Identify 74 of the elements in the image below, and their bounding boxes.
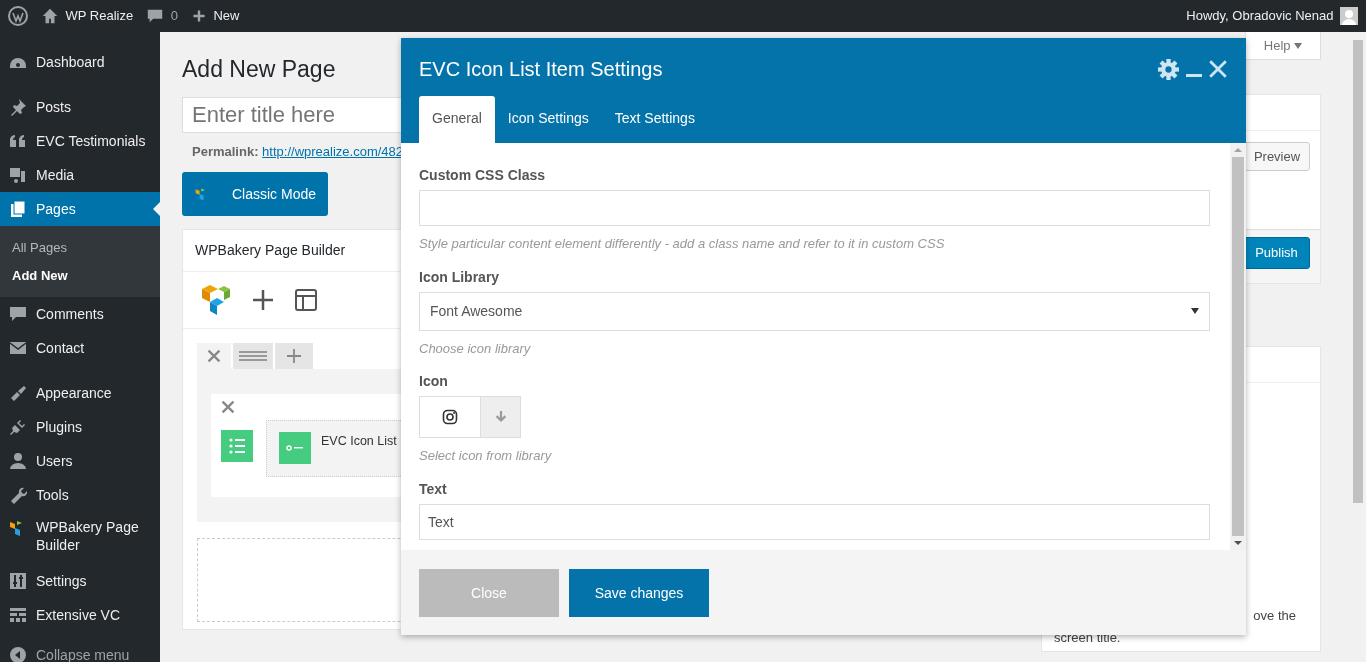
submenu-item[interactable]: Add New: [0, 261, 160, 289]
arrow-down-icon: [493, 410, 508, 424]
dialog-scrollbar[interactable]: [1230, 143, 1246, 550]
list-item-element-icon: [279, 431, 311, 464]
add-column-icon: [286, 348, 302, 364]
list-element-icon[interactable]: [221, 429, 253, 462]
menu-item[interactable]: Tools: [0, 478, 160, 512]
dialog-tab[interactable]: Text Settings: [601, 96, 708, 143]
scroll-down-icon[interactable]: [1234, 541, 1242, 545]
greeting-link[interactable]: Howdy, Obradovic Nenad: [1186, 6, 1334, 26]
text-field[interactable]: [419, 190, 1210, 226]
new-link[interactable]: New: [213, 6, 240, 26]
caret-icon: [1294, 43, 1303, 50]
menu-item[interactable]: Comments: [0, 297, 160, 331]
media-icon: [8, 165, 28, 185]
menu-item[interactable]: WPBakery Page Builder: [0, 512, 160, 564]
camera-icon: [442, 409, 458, 425]
menu-item[interactable]: Media: [0, 158, 160, 192]
field-label: Icon: [419, 372, 449, 391]
publish-button[interactable]: Publish: [1243, 237, 1310, 269]
menu-item[interactable]: Extensive VC: [0, 598, 160, 632]
caret-icon: [1191, 308, 1199, 314]
collapse-menu-link[interactable]: Collapse menu: [36, 644, 130, 662]
menu-item[interactable]: Appearance: [0, 376, 160, 410]
menu-item[interactable]: Contact: [0, 331, 160, 365]
scroll-up-icon[interactable]: [1234, 148, 1242, 152]
help-text: Style particular content element differently - add a class name and refer to it in custom CSS: [419, 235, 946, 253]
permalink-label: Permalink:: [192, 143, 259, 159]
element-title: EVC Icon List: [321, 432, 397, 450]
classic-mode-button[interactable]: Classic Mode: [182, 172, 328, 216]
help-text: Choose icon library: [419, 339, 532, 358]
menu-item[interactable]: Pages: [0, 192, 160, 226]
permalink-link[interactable]: http://wprealize.com/482: [262, 143, 403, 159]
dialog-tab[interactable]: General: [419, 96, 495, 143]
menu-item[interactable]: Dashboard: [0, 45, 160, 79]
sliders-icon: [8, 571, 28, 591]
pages-icon: [8, 199, 28, 219]
close-icon: [1208, 59, 1228, 79]
field-label: Custom CSS Class: [419, 166, 547, 185]
menu-item[interactable]: Users: [0, 444, 160, 478]
dialog-title: EVC Icon List Item Settings: [419, 57, 663, 82]
site-name-link[interactable]: WP Realize: [65, 6, 134, 26]
comment-icon: [8, 304, 28, 324]
menu-item[interactable]: Posts: [0, 90, 160, 124]
plug-icon: [8, 417, 28, 437]
menu-item[interactable]: EVC Testimonials: [0, 124, 160, 158]
submenu-item[interactable]: All Pages: [0, 234, 160, 262]
menu-item[interactable]: Plugins: [0, 410, 160, 444]
help-text: Select icon from library: [419, 447, 553, 465]
note-text: ove the: [1253, 608, 1296, 623]
avatar-icon[interactable]: [1340, 7, 1358, 25]
row-layout-icon: [238, 350, 268, 362]
home-icon: [41, 7, 59, 25]
text-field[interactable]: Text: [419, 503, 1210, 540]
plus-icon: [190, 8, 207, 24]
wordpress-logo-icon: [8, 6, 28, 26]
builder-logo-icon[interactable]: [201, 284, 231, 316]
dialog-tab[interactable]: Icon Settings: [494, 96, 602, 143]
template-icon: [294, 288, 318, 312]
preview-button[interactable]: Preview: [1244, 142, 1310, 171]
library-dropdown[interactable]: Font Awesome: [419, 291, 1210, 331]
grid-icon: [8, 605, 28, 625]
settings-icon[interactable]: [1158, 58, 1179, 80]
page-heading: Add New Page: [182, 56, 336, 82]
comment-count[interactable]: 0: [170, 6, 178, 26]
field-label: Text: [419, 479, 448, 499]
menu-item[interactable]: Settings: [0, 564, 160, 598]
page-scrollbar[interactable]: [1353, 40, 1363, 503]
help-tab[interactable]: Help: [1245, 32, 1321, 60]
add-element-icon: [250, 288, 275, 312]
icon-picker-button[interactable]: [480, 397, 520, 437]
save-button[interactable]: Save changes: [569, 569, 709, 617]
minimize-icon[interactable]: [1185, 73, 1202, 77]
user-icon: [8, 451, 28, 471]
